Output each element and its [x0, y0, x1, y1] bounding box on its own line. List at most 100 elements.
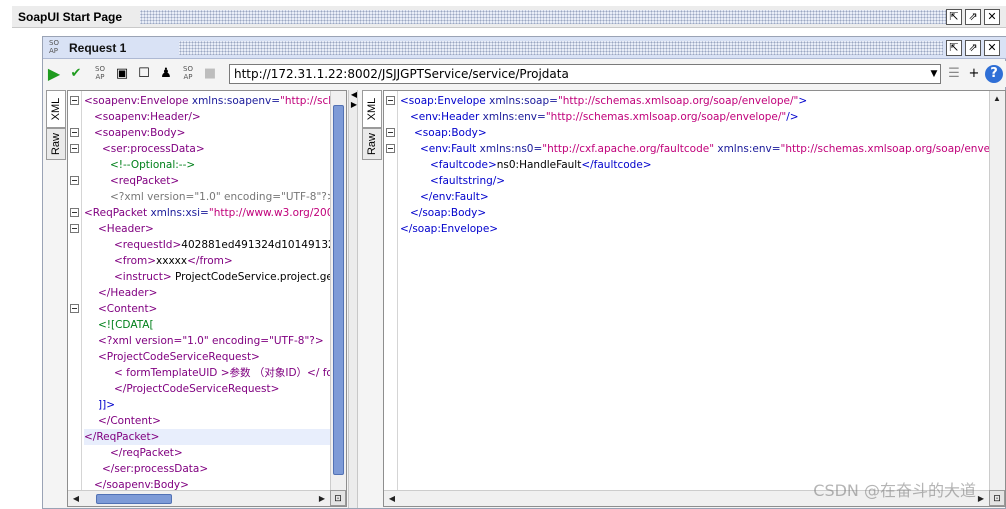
code-line: <soapenv:Body> [84, 125, 346, 141]
code-line: <soapenv:Header/> [84, 109, 346, 125]
code-line: </env:Fault> [400, 189, 1005, 205]
chevron-down-icon[interactable]: ▼ [925, 65, 943, 83]
code-token: xxxxx [156, 255, 188, 267]
code-token: <ser:processData> [102, 143, 205, 155]
request-code: <soapenv:Envelope xmlns:soapenv= "http://… [84, 93, 346, 493]
scroll-right-icon[interactable]: ▶ [316, 493, 328, 504]
code-token: <?xml version="1.0" encoding="UTF-8"?> [98, 335, 324, 347]
tab-raw[interactable]: Raw [46, 128, 66, 160]
collapse-left-icon[interactable]: ◀ [350, 90, 358, 99]
help-icon[interactable]: ? [985, 65, 1003, 83]
fold-toggle-icon[interactable] [70, 224, 79, 233]
vertical-scrollbar[interactable] [330, 91, 346, 490]
fold-toggle-icon[interactable] [70, 176, 79, 185]
code-line: </ReqPacket> [84, 429, 346, 445]
recreate-request-icon[interactable]: ☐ [135, 65, 153, 83]
code-line: <env:Fault xmlns:ns0="http://cxf.apache.… [400, 141, 1005, 157]
code-line: <requestId>402881ed491324d1014913260a4 [84, 237, 346, 253]
soap-mock-icon[interactable]: SO AP [179, 65, 197, 83]
code-token: "http://www.w3.org/2001/XM [208, 207, 346, 219]
code-token: xmlns:env= [482, 111, 546, 123]
maximize-icon[interactable]: ⇗ [965, 40, 981, 56]
maximize-icon[interactable]: ⇗ [965, 9, 981, 25]
code-line: <!--Optional:--> [84, 157, 346, 173]
scroll-left-icon[interactable]: ◀ [386, 493, 398, 504]
code-token: </faultcode> [581, 159, 652, 171]
fold-toggle-icon[interactable] [386, 96, 395, 105]
horizontal-scrollbar[interactable]: ◀ ▶ [68, 490, 330, 506]
code-token: <ReqPacket [84, 207, 151, 219]
fold-toggle-icon[interactable] [70, 144, 79, 153]
code-token: xmlns:xsi= [150, 207, 209, 219]
code-token: </soap:Envelope> [400, 223, 499, 235]
fold-gutter [68, 91, 82, 490]
fold-toggle-icon[interactable] [386, 128, 395, 137]
start-page-titlebar[interactable]: SoapUI Start Page ⇱ ⇗ ✕ [12, 6, 1006, 28]
titlebar-fill [140, 10, 948, 24]
code-token: <Content> [98, 303, 158, 315]
user-icon[interactable]: ♟ [157, 65, 175, 83]
scroll-thumb[interactable] [96, 494, 172, 504]
code-token: "http://cxf.apache.org/faultcode" [542, 143, 715, 155]
response-xml-editor[interactable]: <soap:Envelope xmlns:soap="http://schema… [383, 90, 1006, 507]
tab-xml[interactable]: XML [46, 90, 66, 128]
code-line: <Content> [84, 301, 346, 317]
code-token: xmlns:soap= [489, 95, 558, 107]
scroll-right-icon[interactable]: ▶ [975, 493, 987, 504]
code-line: <soapenv:Envelope xmlns:soapenv="http://… [84, 93, 346, 109]
code-token: </reqPacket> [110, 447, 183, 459]
code-token: <from> [114, 255, 157, 267]
add-assertion-icon[interactable]: ✔ [67, 65, 85, 83]
request-xml-editor[interactable]: <soapenv:Envelope xmlns:soapenv= "http://… [67, 90, 347, 507]
code-token: <soap:Body> [414, 127, 487, 139]
fold-toggle-icon[interactable] [70, 208, 79, 217]
tab-xml[interactable]: XML [362, 90, 382, 128]
code-token: <env:Fault [420, 143, 480, 155]
options-icon[interactable]: ☰ [945, 65, 963, 83]
start-page-title: SoapUI Start Page [18, 10, 123, 24]
close-icon[interactable]: ✕ [984, 40, 1000, 56]
tab-raw[interactable]: Raw [362, 128, 382, 160]
scroll-up-icon[interactable]: ▲ [991, 93, 1003, 104]
cancel-request-icon: ■ [203, 66, 217, 81]
code-token: </ProjectCodeServiceRequest> [114, 383, 280, 395]
code-line: ]]> [84, 397, 346, 413]
code-token: <soapenv:Envelope [84, 95, 192, 107]
editor-splitter[interactable]: ◀ ▶ [348, 90, 358, 508]
vertical-scrollbar[interactable]: ▲ [989, 91, 1005, 490]
code-token: "http://schemas.xmlsoap.org/soap/envelop… [557, 95, 799, 107]
code-token: </Content> [98, 415, 161, 427]
fold-toggle-icon[interactable] [70, 128, 79, 137]
scroll-left-icon[interactable]: ◀ [70, 493, 82, 504]
scroll-thumb[interactable] [333, 105, 344, 475]
code-token: xmlns:soapenv= [191, 95, 281, 107]
fold-toggle-icon[interactable] [70, 96, 79, 105]
code-line: <?xml version="1.0" encoding="UTF-8"?> [84, 333, 346, 349]
code-line: <env:Header xmlns:env="http://schemas.xm… [400, 109, 1005, 125]
code-line: < formTemplateUID >参数 （对象ID）</ form [84, 365, 346, 381]
request-titlebar[interactable]: SO AP Request 1 ⇱ ⇗ ✕ [43, 37, 1006, 59]
close-icon[interactable]: ✕ [984, 9, 1000, 25]
zoom-icon[interactable]: ⊡ [989, 490, 1005, 506]
code-token: xmlns:ns0= [479, 143, 543, 155]
fold-toggle-icon[interactable] [70, 304, 79, 313]
code-token: </Header> [98, 287, 158, 299]
fold-toggle-icon[interactable] [386, 144, 395, 153]
code-token: ]]> [98, 399, 115, 411]
soap-icon: SO AP [49, 39, 59, 55]
collapse-right-icon[interactable]: ▶ [350, 100, 358, 109]
code-token: <ProjectCodeServiceRequest> [98, 351, 260, 363]
undock-icon[interactable]: ⇱ [946, 40, 962, 56]
code-token: ProjectCodeService.project.get（iı [171, 271, 346, 283]
code-line: <faultcode>ns0:HandleFault</faultcode> [400, 157, 1005, 173]
soap-wsa-icon[interactable]: SO AP [91, 65, 109, 83]
code-token: </from> [187, 255, 233, 267]
create-empty-icon[interactable]: ▣ [113, 65, 131, 83]
code-line: <Header> [84, 221, 346, 237]
add-icon[interactable]: + [965, 65, 983, 83]
zoom-icon[interactable]: ⊡ [330, 490, 346, 506]
submit-request-icon[interactable]: ▶ [45, 65, 63, 83]
code-line: <?xml version="1.0" encoding="UTF-8"?> [84, 189, 346, 205]
undock-icon[interactable]: ⇱ [946, 9, 962, 25]
endpoint-select[interactable]: http://172.31.1.22:8002/JSJJGPTService/s… [229, 64, 941, 84]
